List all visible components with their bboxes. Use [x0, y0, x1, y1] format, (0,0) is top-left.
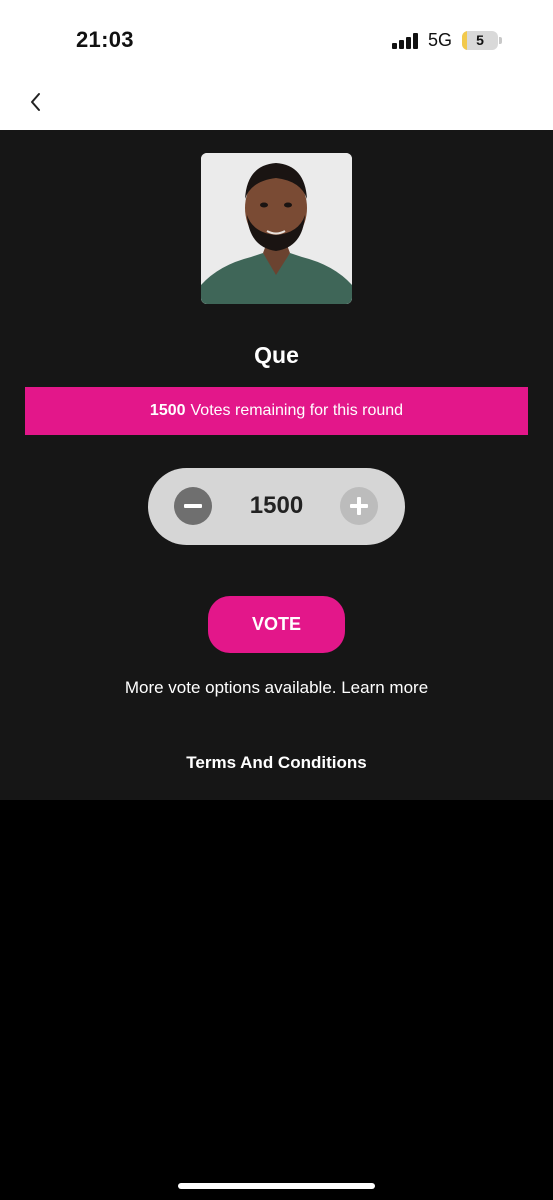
votes-remaining-count: 1500 — [149, 402, 186, 419]
status-bar: 21:03 5G 5 — [0, 0, 553, 80]
home-indicator[interactable] — [178, 1183, 375, 1189]
network-type: 5G — [428, 30, 453, 50]
vote-quantity-value: 1500 — [249, 492, 304, 519]
battery-icon: 5 — [462, 31, 498, 50]
votes-remaining-text: Votes remaining for this round — [190, 402, 404, 419]
battery-level: 5 — [476, 32, 484, 48]
cellular-signal-icon — [392, 33, 419, 49]
increment-button[interactable] — [340, 487, 378, 525]
more-vote-options-link[interactable]: More vote options available. Learn more — [0, 678, 553, 698]
back-button[interactable] — [22, 84, 54, 118]
decrement-button[interactable] — [174, 487, 212, 525]
nav-bar — [0, 80, 553, 130]
votes-remaining-banner: 1500 Votes remaining for this round — [25, 387, 528, 435]
contestant-name: Que — [254, 342, 299, 368]
terms-and-conditions-link[interactable]: Terms And Conditions — [0, 753, 553, 773]
contestant-avatar — [201, 153, 352, 304]
status-time: 21:03 — [76, 27, 134, 52]
vote-panel: Que 1500 Votes remaining for this round … — [0, 130, 553, 800]
chevron-left-icon — [31, 93, 40, 111]
vote-quantity-stepper: 1500 — [148, 468, 405, 545]
battery-cap — [499, 37, 502, 44]
vote-button[interactable]: VOTE — [208, 596, 345, 653]
contestant-portrait — [201, 153, 352, 304]
